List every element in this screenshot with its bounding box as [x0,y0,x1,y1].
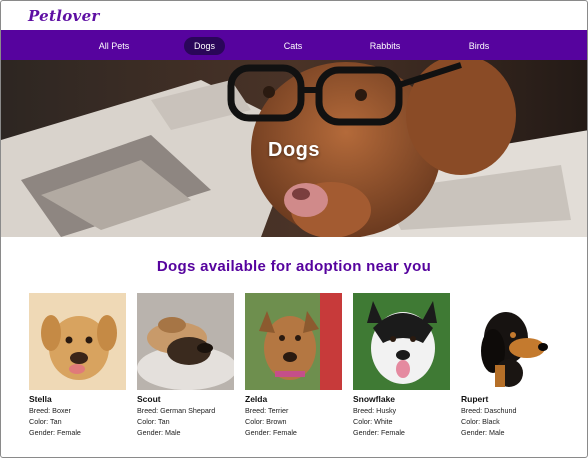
nav-item-birds[interactable]: Birds [468,37,490,55]
dog-card[interactable]: Rupert Breed: Daschund Color: Black Gend… [461,293,559,438]
dog-gender: Gender: Female [29,428,81,437]
dog-breed: Breed: Terrier [245,406,289,415]
nav-item-dogs[interactable]: Dogs [184,37,226,55]
dog-card[interactable]: Zelda Breed: Terrier Color: Brown Gender… [245,293,343,438]
dog-color: Color: Brown [245,417,287,426]
dog-gender: Gender: Female [353,428,405,437]
dog-color: Color: Tan [29,417,62,426]
nav-item-rabbits[interactable]: Rabbits [369,37,401,55]
dog-breed: Breed: Boxer [29,406,71,415]
listing-heading: Dogs available for adoption near you [156,258,432,275]
dog-card[interactable]: Scout Breed: German Shepard Color: Tan G… [137,293,235,438]
dog-breed: Breed: Daschund [461,406,517,415]
dog-photo-scout[interactable] [137,293,234,390]
dog-gender: Gender: Female [245,428,297,437]
dog-card-list: Stella Breed: Boxer Color: Tan Gender: F… [29,293,569,443]
hero-title: Dogs [268,139,320,161]
page: Petlover All Pets Dogs Cats Rabbits Bird… [0,0,588,458]
dog-color: Color: White [353,417,393,426]
dog-photo-zelda[interactable] [245,293,342,390]
dog-card[interactable]: Snowflake Breed: Husky Color: White Gend… [353,293,451,438]
nav-item-all-pets[interactable]: All Pets [98,37,130,55]
dog-color: Color: Tan [137,417,170,426]
petlover-logo[interactable]: Petlover [28,7,100,25]
dog-photo-rupert[interactable] [461,293,558,390]
hero-banner: Dogs [1,60,587,237]
top-bar: Petlover [1,1,587,30]
nav-item-cats[interactable]: Cats [283,37,303,55]
dog-name: Rupert [461,394,489,404]
dog-photo-snowflake[interactable] [353,293,450,390]
dog-name: Scout [137,394,161,404]
dog-breed: Breed: German Shepard [137,406,216,415]
dog-color: Color: Black [461,417,500,426]
dog-photo-stella[interactable] [29,293,126,390]
dog-gender: Gender: Male [461,428,505,437]
dog-card[interactable]: Stella Breed: Boxer Color: Tan Gender: F… [29,293,127,438]
dog-name: Snowflake [353,394,396,404]
dog-name: Stella [29,394,52,404]
dog-breed: Breed: Husky [353,406,397,415]
dog-gender: Gender: Male [137,428,181,437]
dog-name: Zelda [245,394,268,404]
